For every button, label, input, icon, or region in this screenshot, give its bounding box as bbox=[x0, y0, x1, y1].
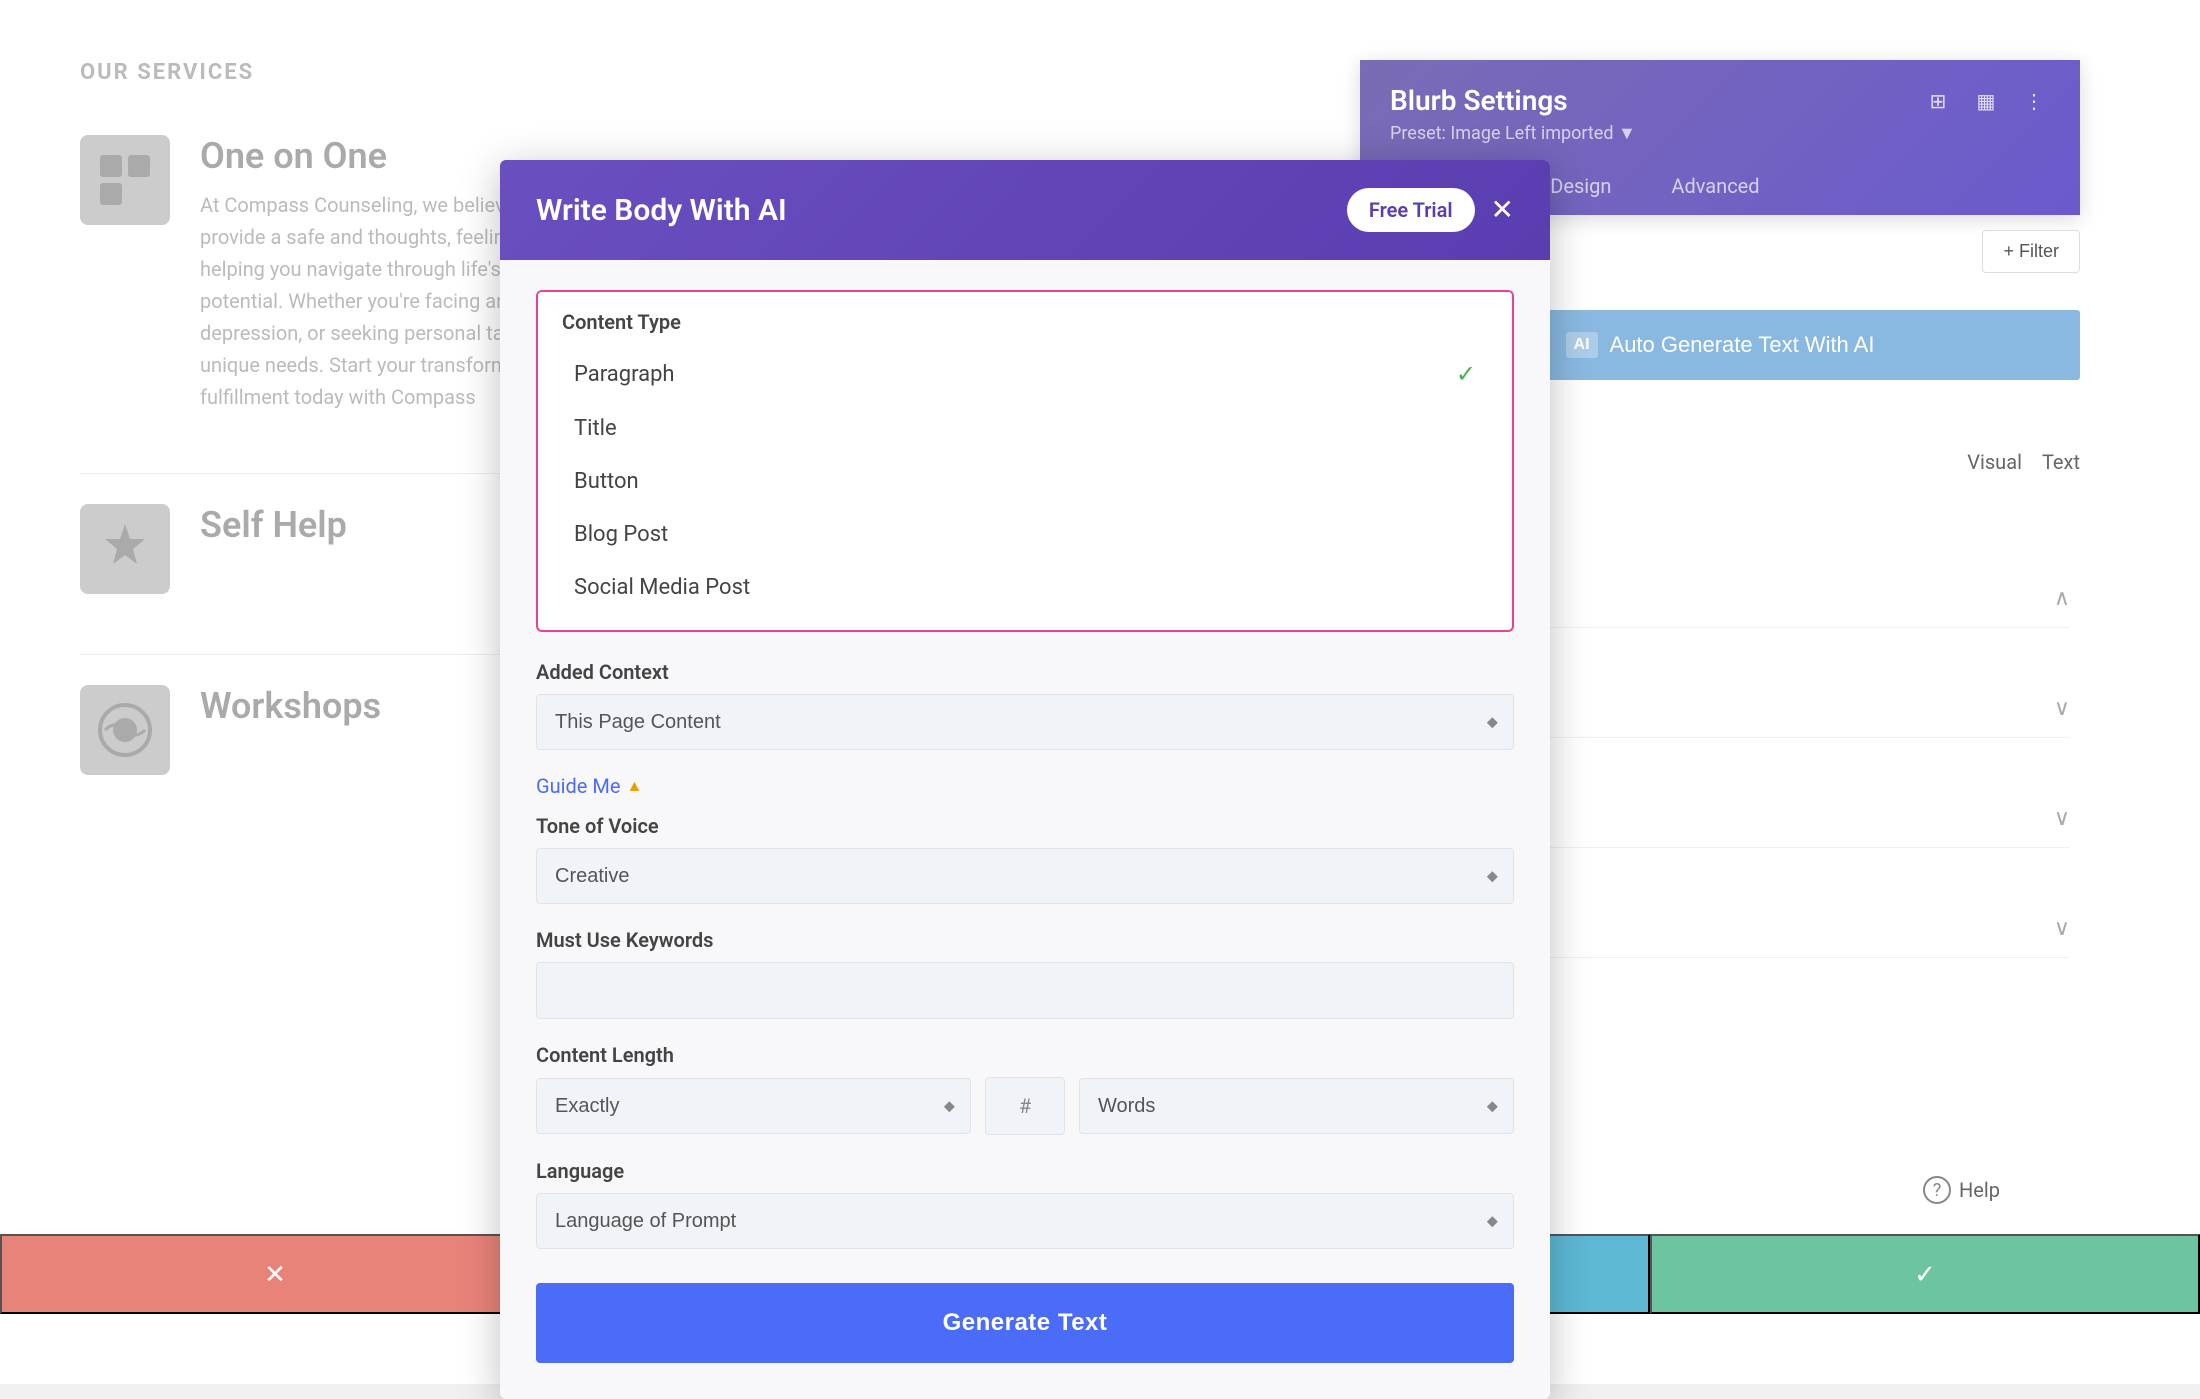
content-type-title-label: Title bbox=[574, 416, 617, 441]
help-circle-icon: ? bbox=[1923, 1176, 1951, 1204]
content-type-label: Content Type bbox=[538, 292, 1512, 346]
quantity-select-wrapper: Exactly At least At most bbox=[536, 1078, 971, 1134]
language-section: Language Language of Prompt English Span… bbox=[536, 1159, 1514, 1249]
blurb-title: Blurb Settings bbox=[1390, 84, 1568, 117]
content-type-paragraph-label: Paragraph bbox=[574, 362, 675, 387]
language-select-wrapper: Language of Prompt English Spanish Frenc… bbox=[536, 1193, 1514, 1249]
ai-modal-body: Content Type Paragraph ✓ Title Button Bl… bbox=[500, 260, 1550, 1399]
blurb-preset[interactable]: Preset: Image Left imported ▼ bbox=[1390, 123, 2050, 144]
ai-modal: Write Body With AI Free Trial ✕ Content … bbox=[500, 160, 1550, 1399]
content-type-button-label: Button bbox=[574, 469, 639, 494]
blurb-header-top: Blurb Settings ⊞ ▦ ⋮ bbox=[1390, 84, 2050, 117]
unit-select[interactable]: Words Sentences Paragraphs bbox=[1079, 1078, 1514, 1134]
self-help-title: Self Help bbox=[200, 504, 347, 546]
cancel-button[interactable]: ✕ bbox=[0, 1234, 550, 1314]
tab-advanced[interactable]: Advanced bbox=[1641, 160, 1789, 215]
tone-of-voice-section: Tone of Voice Creative Professional Casu… bbox=[536, 814, 1514, 904]
content-type-item-button[interactable]: Button bbox=[562, 455, 1488, 508]
language-label: Language bbox=[536, 1159, 1514, 1183]
one-on-one-icon bbox=[80, 135, 170, 225]
guide-me-arrow-icon: ▲ bbox=[626, 776, 642, 796]
tone-of-voice-select[interactable]: Creative Professional Casual Formal Frie… bbox=[536, 848, 1514, 904]
content-length-section: Content Length Exactly At least At most … bbox=[536, 1043, 1514, 1135]
keywords-section: Must Use Keywords bbox=[536, 928, 1514, 1019]
ai-icon: AI bbox=[1566, 332, 1598, 358]
content-type-item-paragraph[interactable]: Paragraph ✓ bbox=[562, 346, 1488, 402]
added-context-label: Added Context bbox=[536, 660, 1514, 684]
workshops-title: Workshops bbox=[200, 685, 381, 727]
quantity-select[interactable]: Exactly At least At most bbox=[536, 1078, 971, 1134]
added-context-select[interactable]: This Page Content Custom Content None bbox=[536, 694, 1514, 750]
tone-of-voice-label: Tone of Voice bbox=[536, 814, 1514, 838]
free-trial-badge[interactable]: Free Trial bbox=[1347, 188, 1475, 232]
content-type-list: Paragraph ✓ Title Button Blog Post Socia… bbox=[538, 346, 1512, 630]
check-icon: ✓ bbox=[1456, 360, 1476, 388]
text-label[interactable]: Text bbox=[2042, 450, 2080, 474]
content-type-item-social-media[interactable]: Social Media Post bbox=[562, 561, 1488, 614]
more-icon[interactable]: ⋮ bbox=[2018, 85, 2050, 117]
content-type-blog-post-label: Blog Post bbox=[574, 522, 668, 547]
workshops-icon bbox=[80, 685, 170, 775]
generate-text-button[interactable]: Generate Text bbox=[536, 1283, 1514, 1363]
ai-modal-header: Write Body With AI Free Trial ✕ bbox=[500, 160, 1550, 260]
layout-icon[interactable]: ▦ bbox=[1970, 85, 2002, 117]
keywords-input[interactable] bbox=[536, 962, 1514, 1019]
guide-me-label: Guide Me bbox=[536, 774, 620, 798]
focus-icon[interactable]: ⊞ bbox=[1922, 85, 1954, 117]
content-type-section: Content Type Paragraph ✓ Title Button Bl… bbox=[536, 290, 1514, 632]
services-heading: OUR SERVICES bbox=[80, 60, 670, 85]
tone-select-wrapper: Creative Professional Casual Formal Frie… bbox=[536, 848, 1514, 904]
content-length-label: Content Length bbox=[536, 1043, 1514, 1067]
added-context-select-wrapper: This Page Content Custom Content None bbox=[536, 694, 1514, 750]
guide-me-link[interactable]: Guide Me ▲ bbox=[536, 774, 642, 798]
blurb-header-icons: ⊞ ▦ ⋮ bbox=[1922, 85, 2050, 117]
hash-symbol: # bbox=[985, 1077, 1065, 1135]
visual-label[interactable]: Visual bbox=[1967, 450, 2022, 474]
save-button[interactable]: ✓ bbox=[1650, 1234, 2200, 1314]
ai-modal-title: Write Body With AI bbox=[536, 193, 787, 228]
language-select[interactable]: Language of Prompt English Spanish Frenc… bbox=[536, 1193, 1514, 1249]
content-length-row: Exactly At least At most # Words Sentenc… bbox=[536, 1077, 1514, 1135]
self-help-icon bbox=[80, 504, 170, 594]
content-type-social-media-label: Social Media Post bbox=[574, 575, 750, 600]
ai-modal-header-right: Free Trial ✕ bbox=[1347, 188, 1514, 232]
added-context-section: Added Context This Page Content Custom C… bbox=[536, 660, 1514, 750]
unit-select-wrapper: Words Sentences Paragraphs bbox=[1079, 1078, 1514, 1134]
visual-text-toggle: Visual Text bbox=[1967, 450, 2080, 474]
content-type-item-title[interactable]: Title bbox=[562, 402, 1488, 455]
ai-generate-label: Auto Generate Text With AI bbox=[1610, 332, 1875, 358]
content-type-item-blog-post[interactable]: Blog Post bbox=[562, 508, 1488, 561]
keywords-label: Must Use Keywords bbox=[536, 928, 1514, 952]
close-button[interactable]: ✕ bbox=[1491, 196, 1514, 224]
help-button[interactable]: ? Help bbox=[1923, 1176, 2000, 1204]
help-label: Help bbox=[1959, 1178, 2000, 1202]
filter-button[interactable]: + Filter bbox=[1982, 230, 2080, 273]
